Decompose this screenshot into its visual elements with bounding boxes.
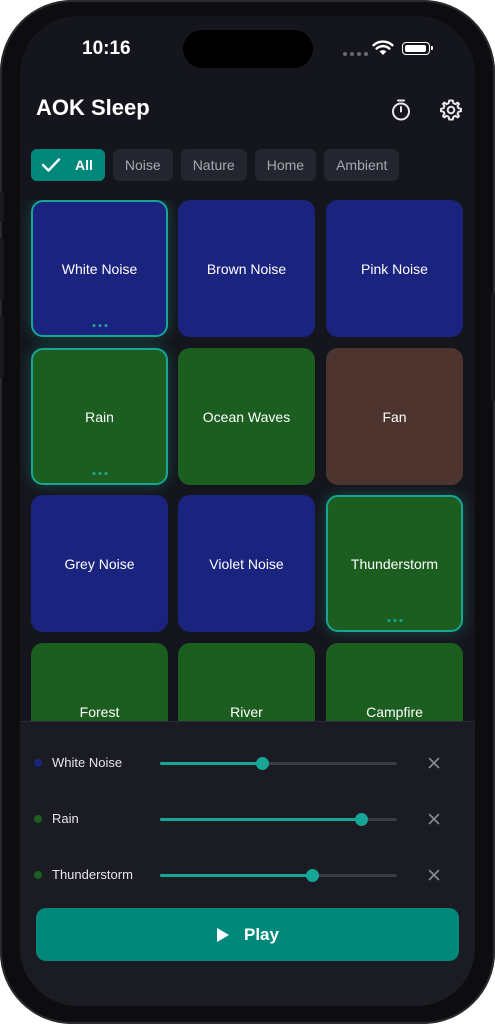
- volume-down-button: [0, 316, 4, 378]
- sound-color-dot: [34, 815, 42, 823]
- sound-tile-label: Pink Noise: [361, 260, 428, 277]
- filter-chip-label: Home: [266, 157, 305, 173]
- play-button-label: Play: [244, 924, 279, 944]
- volume-slider-thumb[interactable]: [355, 813, 369, 826]
- sound-tile-label: Brown Noise: [206, 260, 287, 277]
- cellular-signal-icon: [343, 52, 368, 56]
- battery-icon: [402, 42, 433, 55]
- sound-tile-label: River: [230, 703, 263, 720]
- sound-color-dot: [34, 871, 42, 879]
- sound-tile[interactable]: Rain: [31, 348, 168, 485]
- play-icon: [217, 927, 229, 942]
- filter-chip-label: Noise: [124, 157, 161, 173]
- sound-tile[interactable]: Thunderstorm: [326, 495, 463, 632]
- mix-sound-label: Thunderstorm: [52, 867, 133, 882]
- volume-slider-fill: [160, 762, 262, 765]
- mix-row: Rain: [20, 804, 475, 834]
- mix-sound-label: White Noise: [52, 755, 123, 770]
- category-filter-bar: All Noise Nature Home Ambient: [31, 149, 400, 181]
- play-button[interactable]: Play: [36, 908, 459, 961]
- sound-tile-label: Fan: [382, 408, 407, 425]
- sound-color-dot: [34, 759, 42, 767]
- phone-frame: 10:16 AOK Sleep All Noise Nature Home Am…: [0, 0, 495, 1024]
- sound-tile[interactable]: Violet Noise: [178, 495, 315, 632]
- status-time: 10:16: [82, 38, 131, 59]
- sound-tile-label: White Noise: [61, 260, 138, 277]
- sound-tile-label: Campfire: [366, 703, 423, 720]
- volume-slider[interactable]: [160, 757, 397, 770]
- sound-tile-label: Grey Noise: [64, 555, 135, 572]
- filter-chip-home[interactable]: Home: [254, 149, 317, 181]
- sound-tile[interactable]: Forest: [31, 643, 168, 721]
- volume-slider-fill: [160, 818, 362, 821]
- app-title: AOK Sleep: [36, 95, 150, 120]
- close-icon[interactable]: [424, 865, 444, 885]
- sound-grid: White Noise Brown Noise Pink Noise Rain Ocea…: [20, 200, 475, 721]
- more-options-icon[interactable]: [92, 324, 107, 327]
- filter-chip-label: Nature: [192, 157, 235, 173]
- sound-tile[interactable]: Ocean Waves: [178, 348, 315, 485]
- close-icon[interactable]: [424, 753, 444, 773]
- dynamic-island: [183, 30, 313, 68]
- timer-icon[interactable]: [387, 96, 415, 124]
- mute-switch: [0, 192, 4, 222]
- active-mix-panel: Play White Noise Rain Thunderstorm: [20, 721, 475, 1006]
- sound-tile-label: Rain: [85, 408, 114, 425]
- mix-sound-label: Rain: [52, 811, 79, 826]
- more-options-icon[interactable]: [92, 472, 107, 475]
- sound-tile-label: Forest: [79, 703, 120, 720]
- filter-chip-noise[interactable]: Noise: [112, 149, 173, 181]
- sound-tile[interactable]: Campfire: [326, 643, 463, 721]
- mix-row: White Noise: [20, 748, 475, 778]
- volume-slider-thumb[interactable]: [255, 757, 269, 770]
- sound-tile-label: Violet Noise: [209, 555, 284, 572]
- more-options-icon[interactable]: [387, 619, 402, 622]
- volume-up-button: [0, 238, 4, 300]
- volume-slider[interactable]: [160, 869, 397, 882]
- filter-chip-label: Ambient: [336, 157, 388, 173]
- check-icon: [41, 158, 61, 172]
- filter-chip-all[interactable]: All: [31, 149, 105, 181]
- sound-tile[interactable]: Grey Noise: [31, 495, 168, 632]
- power-button: [491, 292, 495, 402]
- wifi-icon: [372, 40, 394, 55]
- sound-tile[interactable]: Brown Noise: [178, 200, 315, 337]
- screen: 10:16 AOK Sleep All Noise Nature Home Am…: [20, 16, 475, 1006]
- status-bar: 10:16: [20, 16, 475, 78]
- volume-slider-fill: [160, 874, 312, 877]
- sound-tile[interactable]: River: [178, 643, 315, 721]
- sound-tile-label: Ocean Waves: [202, 408, 291, 425]
- sound-tile[interactable]: Fan: [326, 348, 463, 485]
- close-icon[interactable]: [424, 809, 444, 829]
- filter-chip-label: All: [75, 157, 93, 173]
- gear-icon[interactable]: [437, 96, 465, 124]
- sound-tile[interactable]: White Noise: [31, 200, 168, 337]
- mix-row: Thunderstorm: [20, 860, 475, 890]
- volume-slider-thumb[interactable]: [305, 869, 319, 882]
- filter-chip-nature[interactable]: Nature: [180, 149, 247, 181]
- volume-slider[interactable]: [160, 813, 397, 826]
- sound-tile-label: Thunderstorm: [350, 555, 439, 572]
- filter-chip-ambient[interactable]: Ambient: [324, 149, 400, 181]
- sound-tile[interactable]: Pink Noise: [326, 200, 463, 337]
